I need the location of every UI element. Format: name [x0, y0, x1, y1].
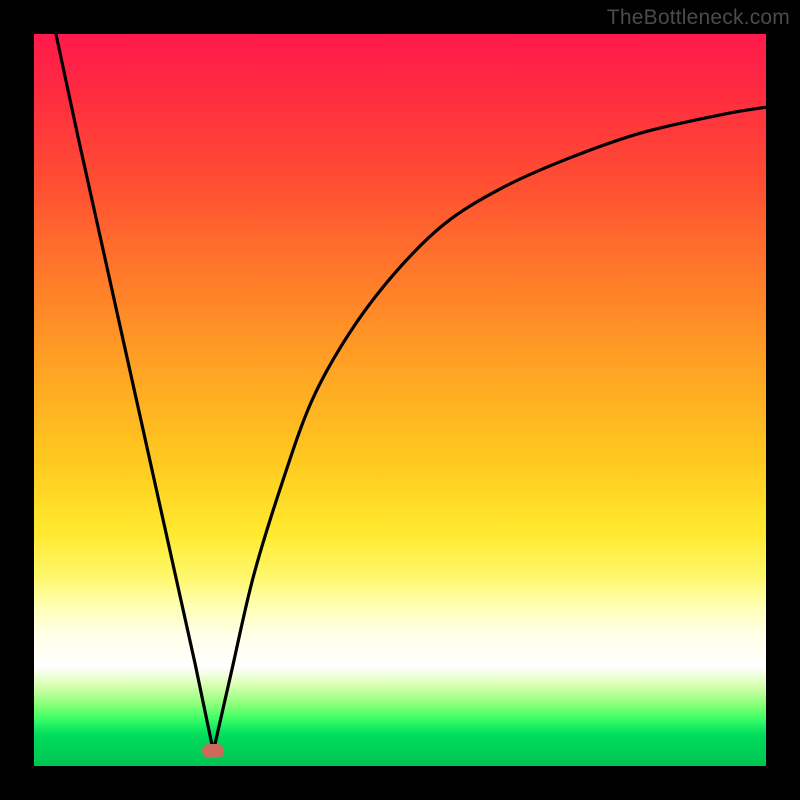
watermark-text: TheBottleneck.com: [607, 6, 790, 30]
minimum-marker: [202, 744, 224, 758]
chart-frame: TheBottleneck.com: [0, 0, 800, 800]
bottleneck-curve: [34, 34, 766, 766]
plot-area: [34, 34, 766, 766]
